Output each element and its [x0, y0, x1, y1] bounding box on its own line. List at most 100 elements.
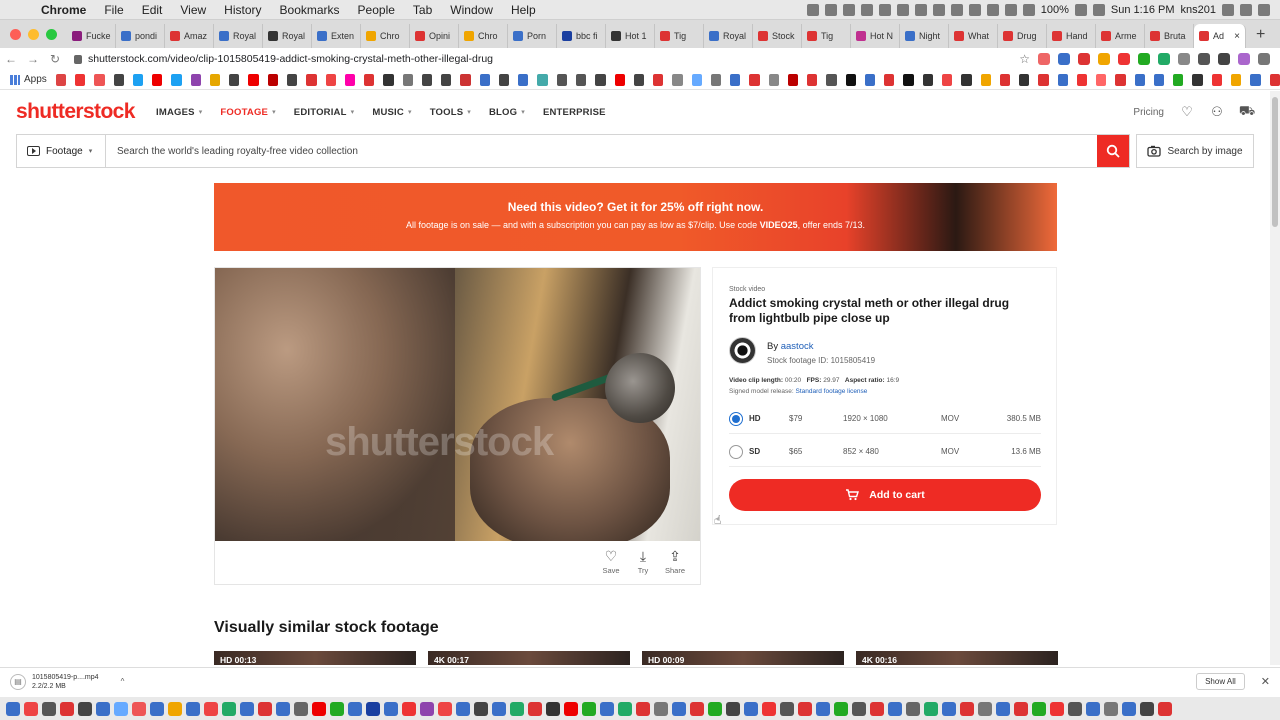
dock-app-icon[interactable] [978, 701, 992, 716]
dock-app-icon[interactable] [528, 701, 542, 716]
dock-app-icon[interactable] [42, 701, 56, 716]
dock-app-icon[interactable] [636, 701, 650, 716]
apps-shortcut[interactable]: Apps [10, 74, 47, 85]
dock-app-icon[interactable] [1122, 701, 1136, 716]
bookmark-favicon-icon[interactable] [1038, 73, 1049, 86]
nav-enterprise[interactable]: ENTERPRISE [543, 107, 606, 118]
pricing-link[interactable]: Pricing [1133, 107, 1164, 118]
dock-app-icon[interactable] [420, 701, 434, 716]
bookmark-favicon-icon[interactable] [152, 73, 163, 86]
tray-icon[interactable] [878, 3, 891, 16]
bookmark-favicon-icon[interactable] [402, 73, 413, 86]
bookmark-favicon-icon[interactable] [1115, 73, 1126, 86]
bookmark-favicon-icon[interactable] [171, 73, 182, 86]
bookmark-favicon-icon[interactable] [55, 73, 67, 86]
bookmark-favicon-icon[interactable] [1076, 73, 1088, 86]
dock-app-icon[interactable] [258, 701, 272, 716]
nav-editorial[interactable]: EDITORIAL ▾ [294, 107, 355, 118]
browser-tab[interactable]: Tig [802, 24, 851, 48]
promo-banner[interactable]: Need this video? Get it for 25% off righ… [214, 183, 1057, 251]
bookmark-favicon-icon[interactable] [1057, 73, 1068, 86]
menu-edit[interactable]: Edit [133, 3, 172, 17]
sd-radio[interactable] [729, 444, 743, 459]
share-button[interactable]: ⇪ Share [665, 549, 685, 575]
tray-icon[interactable] [824, 3, 837, 16]
browser-tab[interactable]: Royal [704, 24, 753, 48]
dock-app-icon[interactable] [24, 701, 38, 716]
bookmark-favicon-icon[interactable] [1192, 73, 1203, 86]
bookmark-favicon-icon[interactable] [383, 73, 394, 86]
dock-app-icon[interactable] [96, 701, 110, 716]
bookmark-favicon-icon[interactable] [1250, 73, 1261, 86]
browser-tab[interactable]: Tig [655, 24, 704, 48]
bookmark-favicon-icon[interactable] [537, 73, 548, 86]
nav-images[interactable]: IMAGES ▾ [156, 107, 202, 118]
dock-app-icon[interactable] [330, 701, 344, 716]
bookmark-favicon-icon[interactable] [961, 73, 972, 86]
dock-app-icon[interactable] [780, 701, 794, 716]
bookmark-favicon-icon[interactable] [267, 73, 278, 86]
similar-thumb[interactable]: 4K 00:17 [428, 651, 630, 665]
chevron-up-icon[interactable]: ^ [121, 677, 125, 686]
nav-music[interactable]: MUSIC ▾ [372, 107, 411, 118]
bookmark-favicon-icon[interactable] [942, 73, 953, 86]
dock-app-icon[interactable] [510, 701, 524, 716]
extension-icon[interactable] [1198, 53, 1210, 65]
dock-app-icon[interactable] [1068, 701, 1082, 716]
user-name[interactable]: kns201 [1181, 4, 1216, 16]
bookmark-favicon-icon[interactable] [75, 73, 86, 86]
dock-app-icon[interactable] [348, 701, 362, 716]
close-window-icon[interactable] [10, 28, 21, 40]
dock-app-icon[interactable] [888, 701, 902, 716]
nav-blog[interactable]: BLOG ▾ [489, 107, 525, 118]
extension-icon[interactable] [1218, 53, 1230, 65]
browser-tab[interactable]: Drug [998, 24, 1047, 48]
browser-tab[interactable]: Bruta [1145, 24, 1194, 48]
menu-history[interactable]: History [215, 3, 270, 17]
browser-tab[interactable]: bbc fi [557, 24, 606, 48]
maximize-window-icon[interactable] [46, 28, 57, 40]
browser-tab[interactable]: Royal [214, 24, 263, 48]
extension-icon[interactable] [1078, 53, 1090, 65]
bookmark-favicon-icon[interactable] [190, 73, 201, 86]
dock-app-icon[interactable] [474, 701, 488, 716]
siri-icon[interactable] [1240, 3, 1252, 16]
similar-thumb[interactable]: HD 00:09 [642, 651, 844, 665]
search-button[interactable] [1097, 135, 1129, 167]
dock-app-icon[interactable] [672, 701, 686, 716]
browser-tab[interactable]: Stock [753, 24, 802, 48]
dock-app-icon[interactable] [1050, 701, 1064, 716]
dock-app-icon[interactable] [6, 701, 20, 716]
dock-app-icon[interactable] [1032, 701, 1046, 716]
dock-app-icon[interactable] [222, 701, 236, 716]
bookmark-favicon-icon[interactable] [1173, 73, 1184, 86]
bookmark-favicon-icon[interactable] [248, 73, 259, 86]
license-link[interactable]: Standard footage license [796, 388, 868, 395]
close-icon[interactable]: ✕ [1261, 675, 1270, 688]
dock-app-icon[interactable] [492, 701, 506, 716]
dock-app-icon[interactable] [834, 701, 848, 716]
dock-app-icon[interactable] [798, 701, 812, 716]
dock-app-icon[interactable] [816, 701, 830, 716]
try-button[interactable]: ⤓ Try [635, 549, 651, 575]
add-to-cart-button[interactable]: Add to cart [729, 479, 1041, 511]
bookmark-favicon-icon[interactable] [826, 73, 837, 86]
bookmark-favicon-icon[interactable] [710, 73, 722, 86]
dock-app-icon[interactable] [78, 701, 92, 716]
dock-app-icon[interactable] [654, 701, 668, 716]
menu-app-name[interactable]: Chrome [32, 3, 95, 17]
bookmark-favicon-icon[interactable] [113, 73, 124, 86]
scrollbar-thumb[interactable] [1272, 97, 1278, 227]
browser-tab[interactable]: What [949, 24, 998, 48]
dock-app-icon[interactable] [1086, 701, 1100, 716]
close-tab-icon[interactable]: × [1234, 31, 1240, 42]
menu-window[interactable]: Window [441, 3, 502, 17]
video-player[interactable]: shutterstock [215, 268, 700, 541]
bookmark-favicon-icon[interactable] [132, 73, 144, 86]
dock-app-icon[interactable] [60, 701, 74, 716]
dock-app-icon[interactable] [294, 701, 308, 716]
tray-icon[interactable] [950, 3, 963, 16]
menu-file[interactable]: File [95, 3, 132, 17]
bookmark-favicon-icon[interactable] [364, 73, 375, 86]
dock-app-icon[interactable] [942, 701, 956, 716]
